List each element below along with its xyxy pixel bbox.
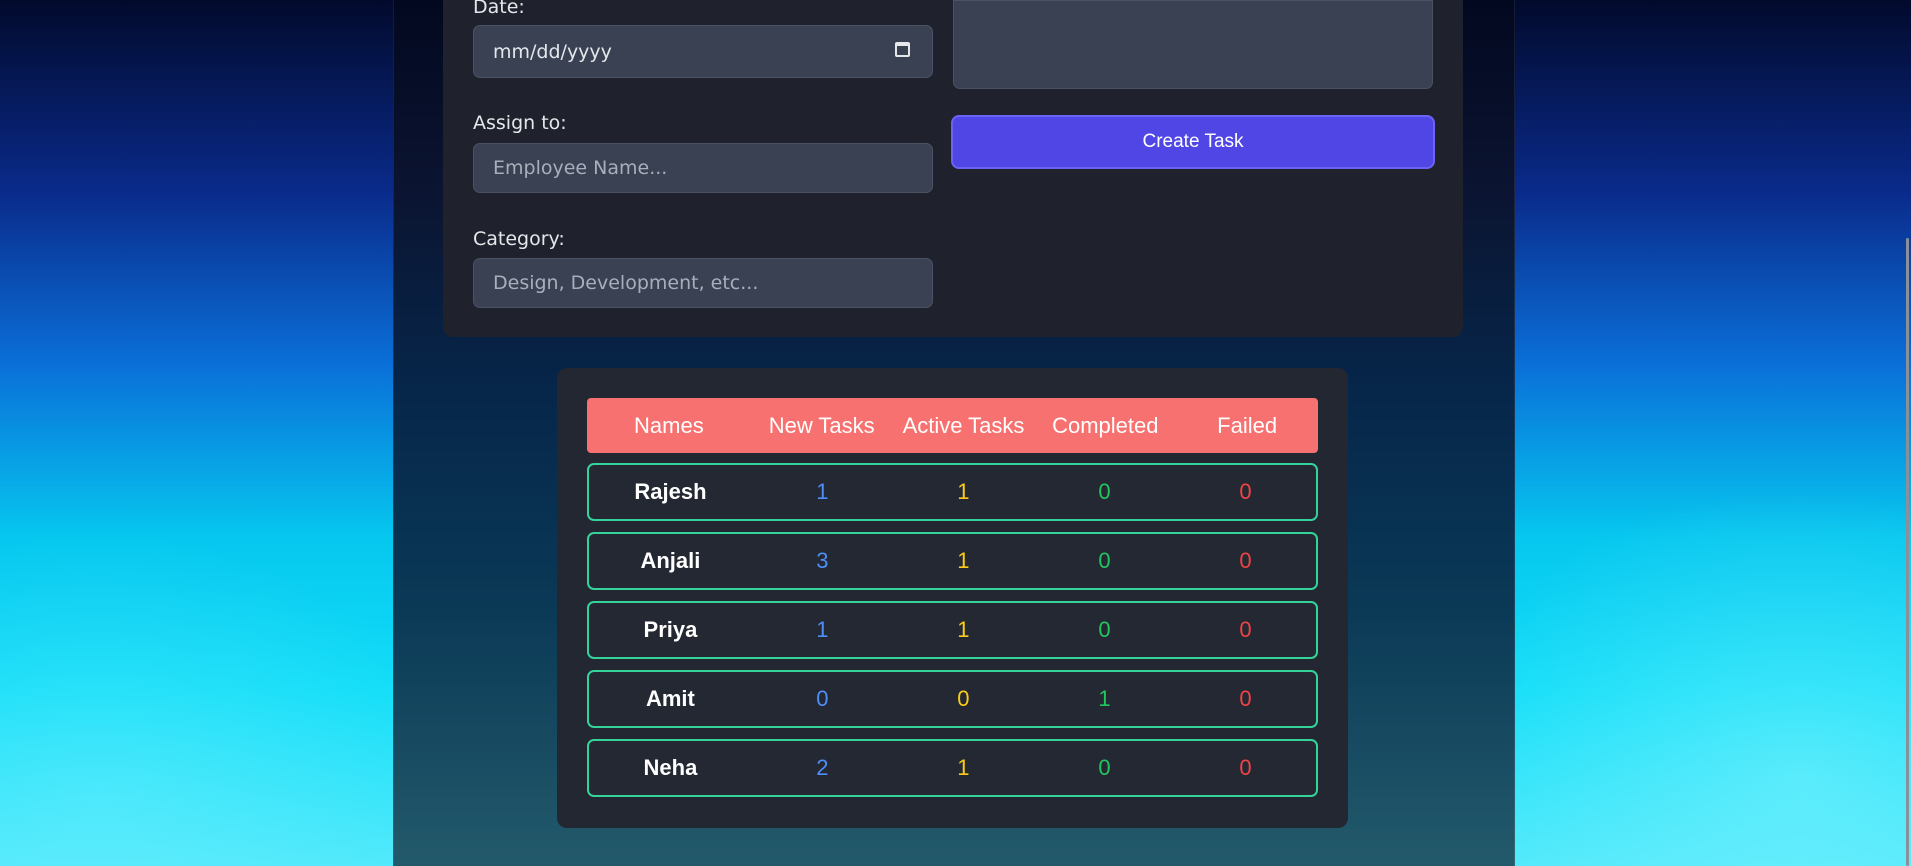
completed-count: 0: [1098, 479, 1111, 504]
completed-count: 0: [1098, 755, 1111, 780]
assign-input[interactable]: Employee Name...: [473, 143, 933, 193]
failed-count: 0: [1239, 617, 1252, 642]
header-completed: Completed: [1052, 412, 1159, 438]
failed-count: 0: [1239, 548, 1252, 573]
description-textarea[interactable]: [953, 0, 1433, 89]
header-names: Names: [634, 412, 704, 438]
table-row: Rajesh 1 1 0 0: [587, 463, 1318, 521]
new-tasks-count: 1: [816, 617, 829, 642]
table-row: Priya 1 1 0 0: [587, 601, 1318, 659]
date-label: Date:: [473, 0, 525, 18]
date-value: mm/dd/yyyy: [493, 40, 612, 63]
header-failed: Failed: [1217, 412, 1278, 438]
active-tasks-count: 1: [957, 479, 970, 504]
new-tasks-count: 3: [816, 548, 829, 573]
header-active-tasks: Active Tasks: [902, 412, 1025, 438]
completed-count: 1: [1098, 686, 1111, 711]
new-tasks-count: 0: [816, 686, 829, 711]
category-input[interactable]: Design, Development, etc...: [473, 258, 933, 308]
category-label: Category:: [473, 228, 565, 250]
employee-name: Neha: [643, 755, 698, 780]
active-tasks-count: 1: [957, 548, 970, 573]
date-input[interactable]: mm/dd/yyyy: [473, 25, 933, 78]
completed-count: 0: [1098, 548, 1111, 573]
calendar-icon[interactable]: [895, 42, 910, 57]
page-scrollbar[interactable]: [1906, 238, 1909, 866]
header-new-tasks: New Tasks: [768, 412, 875, 438]
employee-name: Anjali: [640, 548, 701, 573]
table-header: Names New Tasks Active Tasks Completed F…: [587, 398, 1318, 453]
table-row: Amit 0 0 1 0: [587, 670, 1318, 728]
new-tasks-count: 2: [816, 755, 829, 780]
active-tasks-count: 1: [957, 617, 970, 642]
employee-name: Priya: [643, 617, 698, 642]
new-tasks-count: 1: [816, 479, 829, 504]
failed-count: 0: [1239, 479, 1252, 504]
failed-count: 0: [1239, 686, 1252, 711]
table-row: Neha 2 1 0 0: [587, 739, 1318, 797]
category-placeholder: Design, Development, etc...: [493, 272, 759, 294]
active-tasks-count: 1: [957, 755, 970, 780]
employee-name: Amit: [645, 686, 695, 711]
failed-count: 0: [1239, 755, 1252, 780]
assign-label: Assign to:: [473, 112, 567, 134]
employee-name: Rajesh: [634, 479, 707, 504]
table-row: Anjali 3 1 0 0: [587, 532, 1318, 590]
completed-count: 0: [1098, 617, 1111, 642]
create-task-button[interactable]: Create Task: [951, 115, 1435, 169]
assign-placeholder: Employee Name...: [493, 157, 668, 179]
active-tasks-count: 0: [957, 686, 970, 711]
